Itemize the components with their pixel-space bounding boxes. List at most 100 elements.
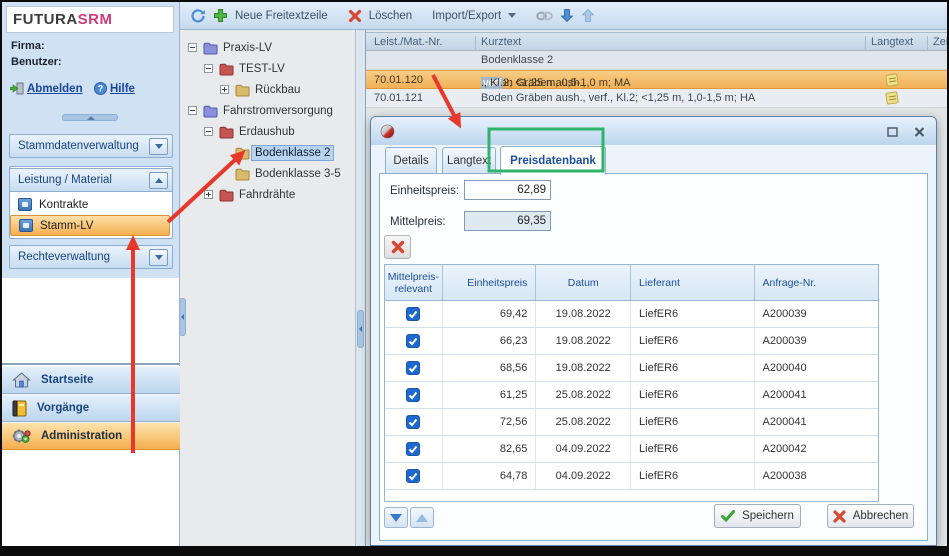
table-row-70-01-121[interactable]: 70.01.121 Boden Gräben aush., verf., Kl.… — [366, 89, 947, 108]
chevron-up-icon — [155, 178, 163, 183]
app-window: FUTURA SRM Firma: Benutzer: Abmelden ? H… — [2, 2, 947, 546]
delete-button[interactable] — [348, 9, 362, 23]
price-table-row[interactable]: 61,25 25.08.2022 LiefER6 A200041 — [385, 382, 878, 409]
sidebar-horizontal-splitter[interactable] — [62, 114, 118, 121]
add-freitextzeile-button[interactable] — [213, 8, 228, 23]
mittelpreis-checkbox[interactable] — [406, 469, 420, 483]
check-icon — [408, 364, 418, 373]
sidebar-item-stamm-lv[interactable]: Stamm-LV — [10, 215, 170, 236]
scroll-down-button[interactable] — [384, 507, 408, 528]
cell-date: 19.08.2022 — [536, 301, 631, 327]
column-header-langtext[interactable]: Langtext — [871, 36, 913, 48]
cancel-button[interactable]: Abbrechen — [827, 504, 914, 528]
cell-unit-price: 82,65 — [443, 436, 537, 462]
triangle-down-icon — [390, 514, 402, 522]
import-export-dropdown[interactable] — [508, 13, 516, 18]
scroll-up-button[interactable] — [410, 507, 434, 528]
folder-icon — [235, 168, 250, 181]
move-up-button[interactable] — [581, 8, 595, 23]
move-down-button[interactable] — [560, 8, 574, 23]
mittelpreis-checkbox[interactable] — [406, 361, 420, 375]
mean-price-input: 69,35 — [464, 211, 551, 231]
expander-plus-icon[interactable] — [220, 85, 229, 94]
new-freitextzeile-label[interactable]: Neue Freitextzeile — [235, 10, 328, 22]
nav-item-startseite[interactable]: Startseite — [2, 366, 180, 394]
mittelpreis-checkbox[interactable] — [406, 307, 420, 321]
accordion-leistung-material[interactable]: Leistung / Material — [9, 168, 173, 192]
column-header-lieferant[interactable]: Lieferant — [631, 265, 755, 300]
accordion-expand-button[interactable] — [149, 249, 168, 266]
logout-label: Abmelden — [27, 83, 83, 95]
expander-minus-icon[interactable] — [204, 64, 213, 73]
accordion-rechteverwaltung[interactable]: Rechteverwaltung — [9, 245, 173, 269]
price-table-row[interactable]: 68,56 19.08.2022 LiefER6 A200040 — [385, 355, 878, 382]
table-group-row[interactable]: Bodenklasse 2 — [366, 51, 947, 70]
app-logo: FUTURA SRM — [6, 6, 174, 33]
table-row-70-01-120[interactable]: 70.01.120 Boden Gräben aush., verf., Kl.… — [366, 70, 947, 89]
column-header-datum[interactable]: Datum — [536, 265, 631, 300]
sidebar-item-kontrakte[interactable]: Kontrakte — [10, 194, 170, 215]
preisdatenbank-dialog: Details Langtext Preisdatenbank Einheits… — [370, 116, 937, 546]
column-header-anfrage-nr[interactable]: Anfrage-Nr. — [755, 265, 878, 300]
price-history-table: Mittelpreis-relevant Einheitspreis Datum… — [384, 264, 879, 502]
delete-label[interactable]: Löschen — [369, 10, 412, 22]
link-button[interactable] — [536, 10, 553, 22]
expander-minus-icon[interactable] — [188, 106, 197, 115]
expander-minus-icon[interactable] — [188, 43, 197, 52]
import-export-menu[interactable]: Import/Export — [432, 10, 501, 22]
close-button[interactable] — [912, 125, 926, 138]
column-header-mittelpreis-relevant[interactable]: Mittelpreis-relevant — [385, 265, 443, 300]
price-table-row[interactable]: 69,42 19.08.2022 LiefER6 A200039 — [385, 301, 878, 328]
column-header-nr[interactable]: Leist./Mat.-Nr. — [374, 36, 442, 48]
tab-preisdatenbank[interactable]: Preisdatenbank — [500, 146, 606, 175]
expander-plus-icon[interactable] — [204, 190, 213, 199]
accordion-collapse-button[interactable] — [149, 172, 168, 189]
chevron-down-icon — [155, 144, 163, 149]
preisdatenbank-tab-panel: Einheitspreis: 62,89 Mittelpreis: 69,35 … — [379, 173, 928, 541]
mittelpreis-checkbox[interactable] — [406, 334, 420, 348]
cell-request-no: A200038 — [755, 463, 878, 489]
save-button[interactable]: Speichern — [714, 504, 801, 528]
langtext-note-icon[interactable] — [885, 73, 899, 87]
cell-request-no: A200041 — [755, 409, 878, 435]
unit-price-label: Einheitspreis: — [390, 185, 459, 197]
nav-item-vorgaenge[interactable]: Vorgänge — [2, 394, 180, 422]
help-link[interactable]: ? Hilfe — [94, 82, 135, 100]
cell-date: 25.08.2022 — [536, 409, 631, 435]
expander-minus-icon[interactable] — [204, 127, 213, 136]
column-header-zeilentyp[interactable]: Zei — [933, 36, 947, 48]
tree-table-splitter[interactable] — [356, 30, 365, 546]
cell-unit-price: 69,42 — [443, 301, 537, 327]
maximize-button[interactable] — [885, 125, 899, 138]
dialog-titlebar[interactable] — [371, 117, 936, 145]
langtext-note-icon[interactable] — [885, 91, 899, 105]
cell-unit-price: 68,56 — [443, 355, 537, 381]
sidebar-item-label: Stamm-LV — [40, 220, 93, 232]
mittelpreis-checkbox[interactable] — [406, 415, 420, 429]
refresh-button[interactable] — [190, 8, 206, 24]
column-header-kurztext[interactable]: Kurztext — [481, 36, 521, 48]
mittelpreis-checkbox[interactable] — [406, 388, 420, 402]
accordion-expand-button[interactable] — [149, 138, 168, 155]
price-table-row[interactable]: 82,65 04.09.2022 LiefER6 A200042 — [385, 436, 878, 463]
price-table-header: Mittelpreis-relevant Einheitspreis Datum… — [385, 265, 878, 301]
tab-details[interactable]: Details — [385, 147, 437, 174]
cell-date: 04.09.2022 — [536, 436, 631, 462]
cell-unit-price: 66,23 — [443, 328, 537, 354]
price-table-row[interactable]: 66,23 19.08.2022 LiefER6 A200039 — [385, 328, 878, 355]
unit-price-input[interactable]: 62,89 — [464, 180, 551, 200]
triangle-up-icon — [416, 514, 428, 522]
mittelpreis-checkbox[interactable] — [406, 442, 420, 456]
accordion-stammdatenverwaltung[interactable]: Stammdatenverwaltung — [9, 134, 173, 158]
price-table-row[interactable]: 64,78 04.09.2022 LiefER6 A200038 — [385, 463, 878, 490]
column-header-einheitspreis[interactable]: Einheitspreis — [443, 265, 537, 300]
price-table-row[interactable]: 72,56 25.08.2022 LiefER6 A200041 — [385, 409, 878, 436]
nav-item-administration[interactable]: Administration — [2, 422, 180, 450]
group-row-label: Bodenklasse 2 — [481, 54, 553, 66]
tree-collapse-handle[interactable] — [357, 310, 364, 348]
tree-item-bodenklasse-2: Bodenklasse 2 — [180, 143, 356, 164]
delete-price-row-button[interactable] — [384, 235, 411, 259]
logout-link[interactable]: Abmelden — [10, 82, 83, 100]
sidebar-collapse-handle[interactable] — [179, 298, 186, 336]
tab-langtext[interactable]: Langtext — [442, 147, 496, 174]
